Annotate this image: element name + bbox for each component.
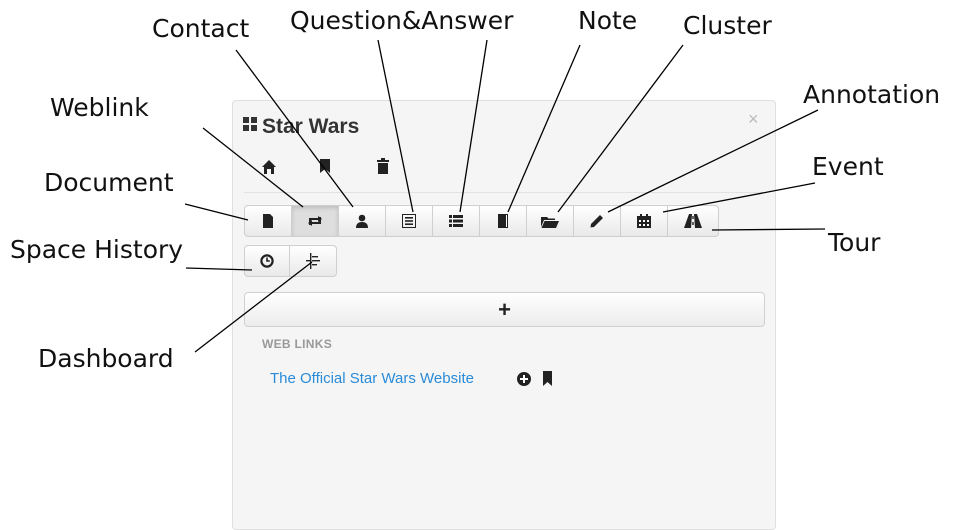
th-large-icon [243,117,257,131]
file-icon [263,214,273,228]
add-button[interactable]: + [244,292,765,327]
folder-open-icon [541,216,559,228]
book-icon [498,214,508,228]
dashboard-icon [306,253,320,269]
list-alt-icon [402,214,416,228]
calendar-icon [637,214,651,228]
time-icon [260,254,274,268]
bookmark-icon[interactable] [319,158,331,174]
separator [244,192,764,193]
pencil-icon [590,215,603,228]
question-answer-button[interactable] [385,205,433,237]
callout-space-history: Space History [10,235,184,264]
callout-cluster: Cluster [683,11,772,40]
callout-event: Event [812,152,884,181]
plus-icon: + [498,296,511,322]
weblink-item[interactable]: The Official Star Wars Website [270,370,474,387]
home-icon[interactable] [261,159,277,175]
tour-button[interactable] [667,205,719,237]
event-button[interactable] [573,205,621,237]
document-button[interactable] [244,205,292,237]
calendar-button[interactable] [620,205,668,237]
close-icon[interactable]: × [748,110,759,128]
callout-question-answer: Question&Answer [290,6,514,35]
callout-annotation: Annotation [803,80,941,109]
callout-document: Document [44,168,174,197]
callout-contact: Contact [152,14,250,43]
contact-button[interactable] [338,205,386,237]
annotation-button[interactable] [526,205,574,237]
retweet-icon [308,216,322,226]
list-icon [449,215,463,227]
note-button[interactable] [432,205,480,237]
road-icon [684,214,702,228]
space-history-button[interactable] [244,245,290,277]
bookmark-icon[interactable] [542,371,553,386]
dashboard-button[interactable] [289,245,337,277]
space-title: Star Wars [262,115,360,138]
cluster-button[interactable] [479,205,527,237]
plus-sign-icon[interactable] [517,372,531,386]
weblink-button[interactable] [291,205,339,237]
user-icon [356,214,368,228]
callout-weblink: Weblink [50,93,149,122]
callout-dashboard: Dashboard [38,344,174,373]
callout-tour: Tour [828,228,881,257]
callout-note: Note [578,6,638,35]
trash-icon[interactable] [376,158,390,174]
web-links-heading: WEB LINKS [262,337,333,351]
